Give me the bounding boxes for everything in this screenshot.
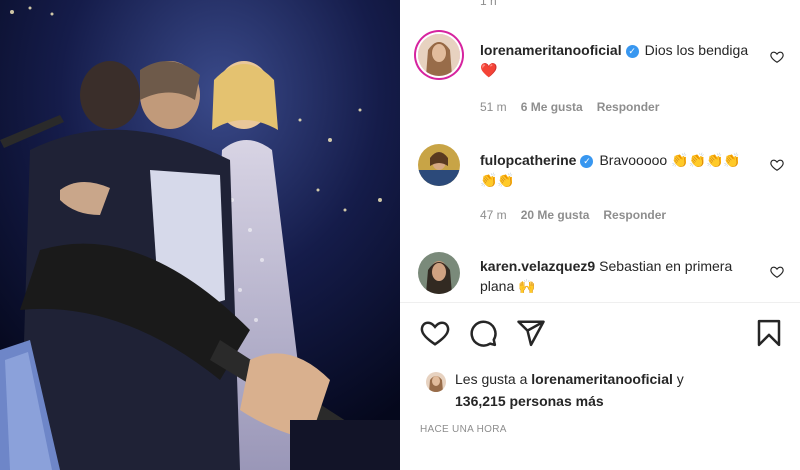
post-actions <box>400 318 800 352</box>
comment-username[interactable]: lorenameritanooficial <box>480 42 622 58</box>
comment-meta: 47 m 20 Me gusta Responder <box>480 208 680 222</box>
share-icon[interactable] <box>516 318 546 348</box>
comment-item: karen.velazquez9 Sebastian en primera pla… <box>400 252 800 302</box>
likes-username[interactable]: lorenameritanooficial <box>531 371 673 387</box>
comment-item: lorenameritanooficial ✓ Dios los bendiga ❤… <box>400 34 800 124</box>
comment-likes[interactable]: 20 Me gusta <box>521 208 590 222</box>
post-media[interactable] <box>0 0 400 470</box>
avatar[interactable] <box>418 34 460 76</box>
likes-summary[interactable]: Les gusta a lorenameritanooficial y 136,… <box>426 368 786 414</box>
avatar[interactable] <box>418 252 460 294</box>
comment-item: fulopcatherine ✓ Bravooooo 👏👏👏👏👏👏 47 m 20 M… <box>400 144 800 234</box>
comment-username[interactable]: karen.velazquez9 <box>480 258 595 274</box>
comment-likes[interactable]: 6 Me gusta <box>521 100 583 114</box>
previous-comment-time: 1 h <box>480 0 497 8</box>
comment-like-heart-icon[interactable] <box>770 50 784 64</box>
comment-like-heart-icon[interactable] <box>770 265 784 279</box>
comments-list[interactable]: 1 h lorenameritanooficial ✓ Dios los bendi… <box>400 0 800 302</box>
reply-button[interactable]: Responder <box>603 208 666 222</box>
comment-text: fulopcatherine ✓ Bravooooo 👏👏👏👏👏👏 <box>480 150 750 190</box>
comment-icon[interactable] <box>468 318 498 348</box>
bookmark-icon[interactable] <box>754 318 784 348</box>
comment-time[interactable]: 51 m <box>480 100 507 114</box>
likes-middle: y <box>672 371 684 387</box>
section-divider <box>400 302 800 303</box>
likes-suffix[interactable]: personas más <box>506 393 603 409</box>
likes-count[interactable]: 136,215 <box>455 393 506 409</box>
comment-time[interactable]: 47 m <box>480 208 507 222</box>
comment-like-heart-icon[interactable] <box>770 158 784 172</box>
verified-badge-icon: ✓ <box>580 155 594 168</box>
reply-button[interactable]: Responder <box>597 100 660 114</box>
avatar <box>426 372 446 392</box>
likes-prefix: Les gusta a <box>455 371 532 387</box>
likes-text: Les gusta a lorenameritanooficial y 136,… <box>455 368 684 412</box>
comment-username[interactable]: fulopcatherine <box>480 152 576 168</box>
verified-badge-icon: ✓ <box>625 45 639 58</box>
posted-time[interactable]: HACE UNA HORA <box>420 424 507 435</box>
concert-photo <box>0 0 400 470</box>
avatar[interactable] <box>418 144 460 186</box>
comments-panel: 1 h lorenameritanooficial ✓ Dios los bendi… <box>400 0 800 470</box>
heart-icon[interactable] <box>420 318 450 348</box>
comment-meta: 51 m 6 Me gusta Responder <box>480 100 673 114</box>
comment-text: karen.velazquez9 Sebastian en primera pla… <box>480 256 750 296</box>
comment-text: lorenameritanooficial ✓ Dios los bendiga ❤… <box>480 40 750 80</box>
